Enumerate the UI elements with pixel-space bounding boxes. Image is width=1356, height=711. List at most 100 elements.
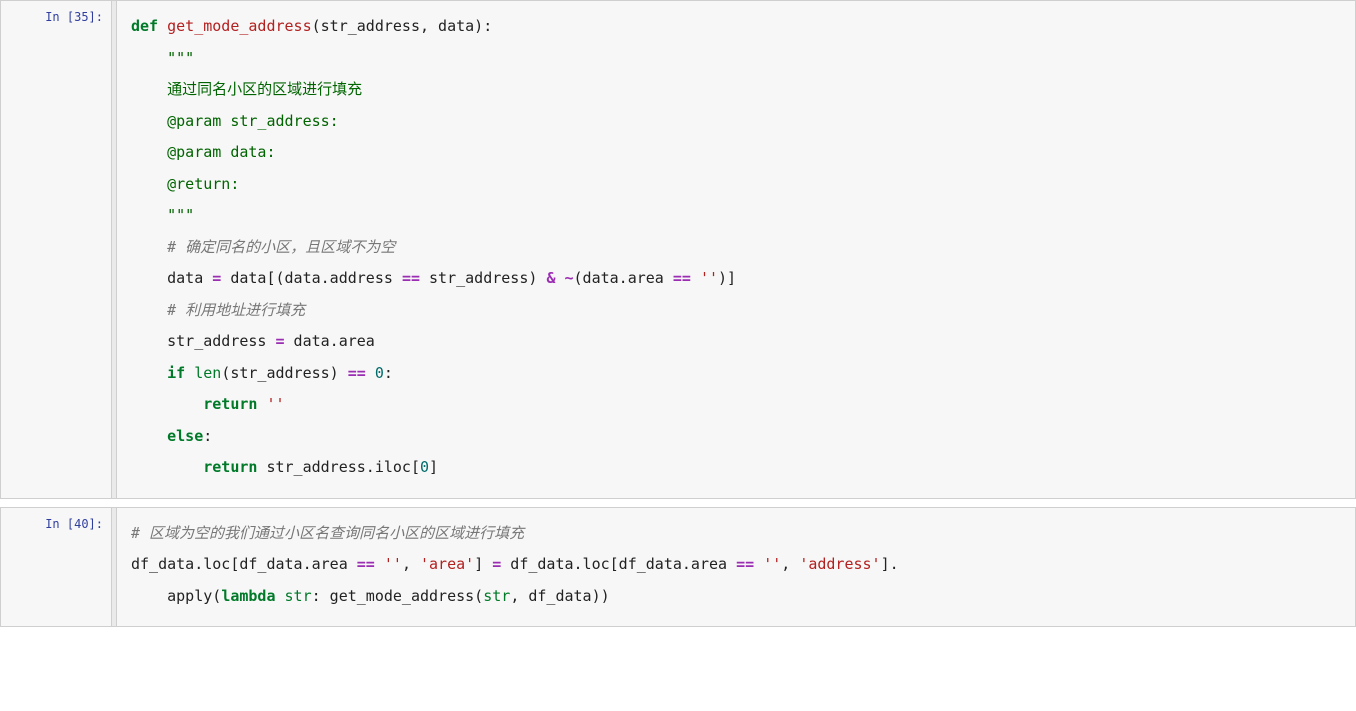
code-line: data = data[(data.address == str_address…	[131, 263, 1341, 295]
code-token: df_data.loc[df_data.area	[501, 555, 736, 573]
code-token: data[(data.address	[221, 269, 402, 287]
code-token: str	[285, 587, 312, 605]
code-token	[366, 364, 375, 382]
code-token: , df_data))	[510, 587, 609, 605]
code-token: ==	[357, 555, 375, 573]
code-token: ==	[402, 269, 420, 287]
code-token: ,	[402, 555, 420, 573]
code-token: # 利用地址进行填充	[167, 301, 305, 319]
cell-prompt: In [40]:	[1, 508, 111, 627]
code-token: : get_mode_address(	[312, 587, 484, 605]
code-token	[276, 587, 285, 605]
code-token: lambda	[221, 587, 275, 605]
code-line: if len(str_address) == 0:	[131, 358, 1341, 390]
code-token: :	[384, 364, 393, 382]
code-cell: In [35]:def get_mode_address(str_address…	[0, 0, 1356, 499]
code-line: apply(lambda str: get_mode_address(str, …	[131, 581, 1341, 613]
code-token: ,	[781, 555, 799, 573]
code-token: 'area'	[420, 555, 474, 573]
code-token	[131, 175, 167, 193]
code-line: @param data:	[131, 137, 1341, 169]
code-line: str_address = data.area	[131, 326, 1341, 358]
code-token: (str_address)	[221, 364, 347, 382]
code-token: 0	[375, 364, 384, 382]
code-token: ==	[736, 555, 754, 573]
code-token	[131, 395, 203, 413]
code-token: ==	[348, 364, 366, 382]
code-token: ''	[700, 269, 718, 287]
code-token: ~	[565, 269, 574, 287]
code-line: def get_mode_address(str_address, data):	[131, 11, 1341, 43]
code-token	[131, 143, 167, 161]
code-token: return	[203, 395, 257, 413]
code-token: ''	[763, 555, 781, 573]
code-token: """	[167, 49, 194, 67]
code-line: return ''	[131, 389, 1341, 421]
code-token: # 区域为空的我们通过小区名查询同名小区的区域进行填充	[131, 524, 524, 542]
code-token: len	[194, 364, 221, 382]
code-token: str	[483, 587, 510, 605]
code-token: str_address	[131, 332, 276, 350]
code-token	[754, 555, 763, 573]
code-token	[131, 364, 167, 382]
code-token	[131, 238, 167, 256]
code-token: ]	[429, 458, 438, 476]
code-token: def	[131, 17, 158, 35]
code-token: if	[167, 364, 185, 382]
code-token	[131, 80, 167, 98]
code-token: ''	[384, 555, 402, 573]
code-line: else:	[131, 421, 1341, 453]
code-token	[185, 364, 194, 382]
code-token	[131, 301, 167, 319]
code-token	[691, 269, 700, 287]
code-line: """	[131, 200, 1341, 232]
code-token: )]	[718, 269, 736, 287]
code-token: @return:	[167, 175, 239, 193]
code-token: # 确定同名的小区，且区域不为空	[167, 238, 395, 256]
code-token	[131, 206, 167, 224]
code-token: str_address.iloc[	[257, 458, 420, 476]
code-token: =	[212, 269, 221, 287]
code-token	[555, 269, 564, 287]
code-token	[375, 555, 384, 573]
code-token: get_mode_address	[167, 17, 312, 35]
code-token	[131, 112, 167, 130]
code-token: df_data.loc[df_data.area	[131, 555, 357, 573]
code-token: =	[492, 555, 501, 573]
code-line: @param str_address:	[131, 106, 1341, 138]
code-token: (data.area	[574, 269, 673, 287]
code-token: (str_address, data):	[312, 17, 493, 35]
code-line: # 区域为空的我们通过小区名查询同名小区的区域进行填充	[131, 518, 1341, 550]
code-token: return	[203, 458, 257, 476]
code-token: 0	[420, 458, 429, 476]
code-token	[131, 427, 167, 445]
code-line: # 确定同名的小区，且区域不为空	[131, 232, 1341, 264]
code-token: :	[203, 427, 212, 445]
code-area[interactable]: def get_mode_address(str_address, data):…	[117, 1, 1355, 498]
code-token: apply(	[131, 587, 221, 605]
code-line: # 利用地址进行填充	[131, 295, 1341, 327]
code-line: """	[131, 43, 1341, 75]
code-token: else	[167, 427, 203, 445]
code-cell: In [40]: # 区域为空的我们通过小区名查询同名小区的区域进行填充 df_da…	[0, 507, 1356, 628]
code-token: """	[167, 206, 194, 224]
code-token	[131, 49, 167, 67]
code-token: data	[131, 269, 212, 287]
code-token	[158, 17, 167, 35]
code-token	[131, 458, 203, 476]
code-token: ==	[673, 269, 691, 287]
code-line: @return:	[131, 169, 1341, 201]
code-token: ].	[881, 555, 899, 573]
code-line: return str_address.iloc[0]	[131, 452, 1341, 484]
code-token: data.area	[285, 332, 375, 350]
code-token: 'address'	[799, 555, 880, 573]
code-token: @param str_address:	[167, 112, 339, 130]
code-token: str_address)	[420, 269, 546, 287]
code-token: ''	[266, 395, 284, 413]
code-area[interactable]: # 区域为空的我们通过小区名查询同名小区的区域进行填充 df_data.loc[d…	[117, 508, 1355, 627]
code-token: @param data:	[167, 143, 275, 161]
notebook-view: In [35]:def get_mode_address(str_address…	[0, 0, 1356, 627]
code-token: 通过同名小区的区域进行填充	[167, 80, 362, 98]
code-line: df_data.loc[df_data.area == '', 'area'] …	[131, 549, 1341, 581]
cell-prompt: In [35]:	[1, 1, 111, 498]
